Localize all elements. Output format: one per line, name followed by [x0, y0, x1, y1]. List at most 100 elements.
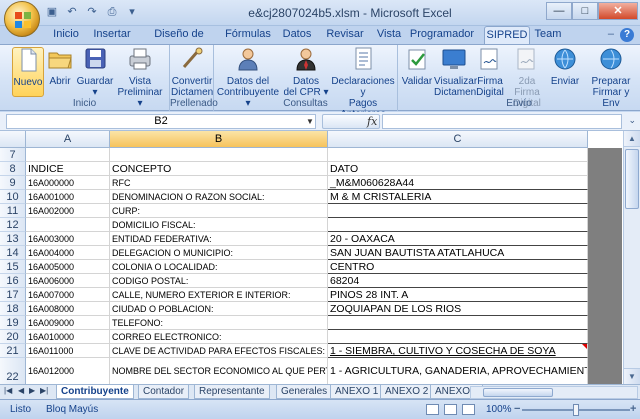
row-header[interactable]: 21 [0, 344, 26, 358]
horizontal-scroll-thumb[interactable] [483, 388, 553, 397]
declaraciones-pagos-button[interactable]: Declaraciones y Pagos Anteriores [330, 47, 396, 120]
cell-a19[interactable]: 16A009000 [26, 316, 110, 330]
print-preview-icon[interactable]: ⎙ [104, 4, 120, 20]
tab-inicio[interactable]: Inicio [46, 26, 86, 44]
cell-b18[interactable]: CIUDAD O POBLACION: [110, 302, 328, 316]
first-sheet-icon[interactable]: |◀ [4, 386, 12, 395]
sheet-tab-generales[interactable]: Generales [276, 385, 333, 399]
row-header[interactable]: 15 [0, 260, 26, 274]
cell-a15[interactable]: 16A005000 [26, 260, 110, 274]
row-header[interactable]: 19 [0, 316, 26, 330]
close-button[interactable]: ✕ [598, 2, 638, 20]
normal-view-icon[interactable] [426, 404, 439, 415]
zoom-slider-knob[interactable] [573, 404, 579, 416]
cell-b12[interactable]: DOMICILIO FISCAL: [110, 218, 328, 232]
cell-c8[interactable]: DATO [328, 162, 588, 176]
cell-b10[interactable]: DENOMINACION O RAZON SOCIAL: [110, 190, 328, 204]
select-all-corner[interactable] [0, 131, 26, 148]
cell-b7[interactable] [110, 148, 328, 162]
cell-b17[interactable]: CALLE, NUMERO EXTERIOR E INTERIOR: [110, 288, 328, 302]
cell-c9[interactable]: _M&M060628A44 [328, 176, 588, 190]
zoom-in-icon[interactable]: + [630, 403, 636, 415]
enviar-button[interactable]: Enviar [548, 47, 582, 97]
dropdown-icon[interactable]: ▾ [124, 4, 140, 20]
cell-b16[interactable]: CODIGO POSTAL: [110, 274, 328, 288]
cell-a21[interactable]: 16A011000 [26, 344, 110, 358]
cell-c22[interactable]: 1 - AGRICULTURA, GANADERIA, APROVECHAMIE… [328, 358, 588, 384]
row-header[interactable]: 20 [0, 330, 26, 344]
column-header-c[interactable]: C [328, 131, 588, 148]
datos-cpr-button[interactable]: Datos del CPR ▾ [282, 47, 330, 98]
sheet-tab-contribuyente[interactable]: Contribuyente [56, 385, 134, 399]
cell-c20[interactable] [328, 330, 588, 344]
prev-sheet-icon[interactable]: ◀ [18, 386, 24, 395]
sheet-tab-anexo-1[interactable]: ANEXO 1 [330, 385, 384, 399]
cell-c21[interactable]: 1 - SIEMBRA, CULTIVO Y COSECHA DE SOYA [328, 344, 588, 358]
sheet-tab-contador[interactable]: Contador [138, 385, 190, 399]
row-header[interactable]: 22 [0, 358, 26, 384]
cell-a16[interactable]: 16A006000 [26, 274, 110, 288]
tab-revisar[interactable]: Revisar [320, 26, 370, 44]
maximize-button[interactable]: □ [572, 2, 598, 20]
cell-a12[interactable] [26, 218, 110, 232]
preparar-firmar-enviar-button[interactable]: Preparar Firmar y Env [584, 47, 638, 109]
redo-icon[interactable]: ↷ [84, 4, 100, 20]
scroll-down-icon[interactable]: ▼ [624, 368, 640, 384]
validar-button[interactable]: Validar [400, 47, 434, 97]
cell-a8[interactable]: INDICE [26, 162, 110, 176]
row-header[interactable]: 8 [0, 162, 26, 176]
tab-formulas[interactable]: Fórmulas [222, 26, 274, 44]
vista-preliminar-button[interactable]: Vista Preliminar ▾ [114, 47, 166, 109]
tab-insertar[interactable]: Insertar [88, 26, 136, 44]
row-header[interactable]: 7 [0, 148, 26, 162]
cell-b13[interactable]: ENTIDAD FEDERATIVA: [110, 232, 328, 246]
ribbon-minimize-icon[interactable]: – [608, 28, 614, 40]
column-header-a[interactable]: A [26, 131, 110, 148]
guardar-button[interactable]: Guardar ▾ [76, 47, 114, 98]
segunda-firma-digital-button[interactable]: 2da Firma Digital [506, 47, 548, 109]
vertical-scrollbar[interactable]: ▲ ▼ [623, 131, 640, 384]
tab-programador[interactable]: Programador [408, 26, 476, 44]
column-header-b[interactable]: B [110, 131, 328, 148]
name-box-dropdown-icon[interactable]: ▼ [306, 117, 314, 126]
office-button[interactable] [4, 1, 40, 37]
cell-b20[interactable]: CORREO ELECTRONICO: [110, 330, 328, 344]
cell-c16[interactable]: 68204 [328, 274, 588, 288]
scroll-up-icon[interactable]: ▲ [624, 131, 640, 147]
row-header[interactable]: 14 [0, 246, 26, 260]
cell-a10[interactable]: 16A001000 [26, 190, 110, 204]
page-layout-view-icon[interactable] [444, 404, 457, 415]
tab-datos[interactable]: Datos [276, 26, 318, 44]
sheet-tab-representante[interactable]: Representante [194, 385, 270, 399]
formula-input[interactable] [382, 114, 622, 129]
cell-b14[interactable]: DELEGACION O MUNICIPIO: [110, 246, 328, 260]
cell-a20[interactable]: 16A010000 [26, 330, 110, 344]
minimize-button[interactable]: — [546, 2, 572, 20]
cell-a9[interactable]: 16A000000 [26, 176, 110, 190]
sheet-tab-anexo-2[interactable]: ANEXO 2 [380, 385, 434, 399]
cell-a7[interactable] [26, 148, 110, 162]
cell-b9[interactable]: RFC [110, 176, 328, 190]
undo-icon[interactable]: ↶ [64, 4, 80, 20]
cell-c19[interactable] [328, 316, 588, 330]
row-header[interactable]: 10 [0, 190, 26, 204]
cell-c11[interactable] [328, 204, 588, 218]
tab-diseno-de-pagina[interactable]: Diseño de página [138, 26, 220, 57]
zoom-slider[interactable] [522, 404, 630, 416]
row-header[interactable]: 13 [0, 232, 26, 246]
cell-c15[interactable]: CENTRO [328, 260, 588, 274]
cell-b19[interactable]: TELEFONO: [110, 316, 328, 330]
cell-c12[interactable] [328, 218, 588, 232]
tab-team[interactable]: Team [532, 26, 564, 44]
last-sheet-icon[interactable]: ▶| [40, 386, 48, 395]
page-break-view-icon[interactable] [462, 404, 475, 415]
convertir-dictamen-button[interactable]: Convertir Dictamen [171, 47, 213, 98]
cell-b11[interactable]: CURP: [110, 204, 328, 218]
cell-b8[interactable]: CONCEPTO [110, 162, 328, 176]
row-header[interactable]: 16 [0, 274, 26, 288]
row-header[interactable]: 9 [0, 176, 26, 190]
row-header[interactable]: 17 [0, 288, 26, 302]
tab-vista[interactable]: Vista [372, 26, 406, 44]
zoom-out-icon[interactable]: − [514, 403, 520, 415]
zoom-level[interactable]: 100% [486, 404, 512, 415]
